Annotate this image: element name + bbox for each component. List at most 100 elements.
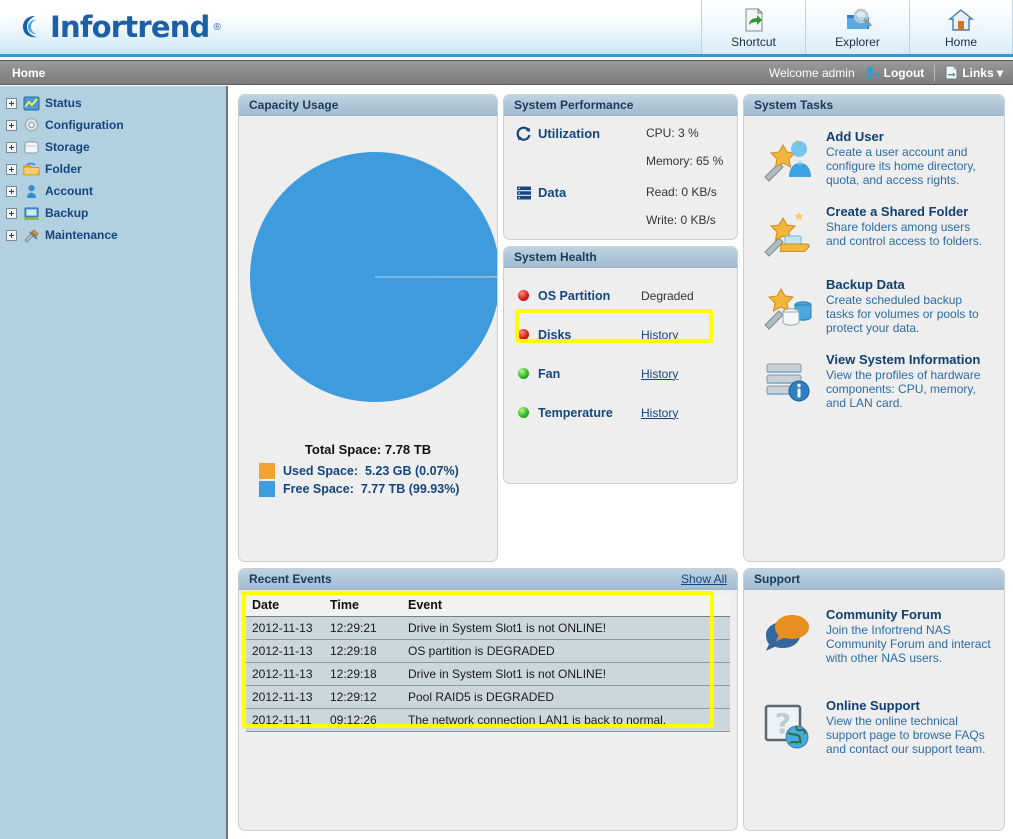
task-create-shared-folder-title: Create a Shared Folder [826, 204, 969, 219]
links-dropdown[interactable]: Links ▾ [945, 65, 1003, 80]
table-header-row: Date Time Event [246, 594, 730, 617]
support-community-forum-title: Community Forum [826, 607, 942, 622]
free-space-label: Free Space: 7.77 TB (99.93%) [283, 482, 460, 496]
table-row[interactable]: 2012-11-13 12:29:21 Drive in System Slot… [246, 616, 730, 640]
sidebar-item-maintenance[interactable]: Maintenance [0, 224, 226, 246]
sidebar-item-folder-label: Folder [45, 162, 82, 176]
question-globe-icon: ? [760, 698, 816, 754]
table-row[interactable]: 2012-11-13 12:29:18 OS partition is DEGR… [246, 639, 730, 663]
shortcut-icon [741, 6, 767, 34]
support-community-forum-text: Community Forum Join the Infortrend NAS … [826, 607, 992, 665]
cell-time: 09:12:26 [324, 708, 402, 732]
nav-tab-shortcut[interactable]: Shortcut [701, 0, 805, 54]
cell-event: OS partition is DEGRADED [402, 639, 730, 663]
support-community-forum-desc: Join the Infortrend NAS Community Forum … [826, 623, 991, 665]
health-label-temperature: Temperature [538, 405, 613, 420]
storage-icon [22, 139, 40, 155]
health-row-os-partition: OS Partition Degraded [504, 276, 737, 315]
sidebar-item-account-label: Account [45, 184, 93, 198]
perf-values-data: Read: 0 KB/s Write: 0 KB/s [646, 185, 717, 239]
capacity-usage-title: Capacity Usage [249, 98, 339, 112]
perf-row-data: Data Read: 0 KB/s Write: 0 KB/s [516, 185, 725, 239]
task-view-system-information[interactable]: View System Information View the profile… [750, 343, 998, 418]
cell-event: The network connection LAN1 is back to n… [402, 708, 730, 732]
cell-event: Pool RAID5 is DEGRADED [402, 685, 730, 709]
sidebar-item-storage-label: Storage [45, 140, 90, 154]
perf-values-utilization: CPU: 3 % Memory: 65 % [646, 126, 723, 182]
support-body: Community Forum Join the Infortrend NAS … [744, 590, 1004, 772]
cell-date: 2012-11-13 [246, 685, 324, 709]
status-dot-red-icon [518, 329, 529, 340]
server-icon [516, 185, 538, 201]
used-space-label: Used Space: 5.23 GB (0.07%) [283, 464, 459, 478]
health-status-os-partition: Degraded [641, 288, 694, 303]
brand-logo[interactable]: Infortrend ® [20, 10, 221, 44]
sidebar-item-storage[interactable]: Storage [0, 136, 226, 158]
sidebar-item-account[interactable]: Account [0, 180, 226, 202]
support-header: Support [744, 569, 1004, 590]
top-nav-tabs: Shortcut Explorer Home [701, 0, 1013, 54]
system-health-header: System Health [504, 247, 737, 268]
cell-date: 2012-11-13 [246, 639, 324, 663]
sidebar-item-backup[interactable]: Backup [0, 202, 226, 224]
system-tasks-header: System Tasks [744, 95, 1004, 116]
system-health-panel: System Health OS Partition Degraded Disk… [503, 246, 738, 484]
task-backup-data-desc: Create scheduled backup tasks for volume… [826, 293, 979, 335]
system-tasks-title: System Tasks [754, 98, 834, 112]
health-history-link-fan[interactable]: History [641, 367, 678, 381]
support-community-forum[interactable]: Community Forum Join the Infortrend NAS … [750, 598, 998, 673]
system-performance-body: Utilization CPU: 3 % Memory: 65 % Data R… [504, 116, 737, 239]
expand-icon[interactable] [6, 207, 17, 219]
task-backup-data-text: Backup Data Create scheduled backup task… [826, 277, 992, 335]
nav-tab-home[interactable]: Home [909, 0, 1013, 54]
top-header: Infortrend ® Shortcut Explorer Home [0, 0, 1013, 57]
recent-events-header: Recent Events Show All [239, 569, 737, 590]
expand-icon[interactable] [6, 185, 17, 197]
system-performance-title: System Performance [514, 98, 634, 112]
gear-icon [22, 117, 40, 133]
health-label-disks: Disks [538, 327, 572, 342]
col-date: Date [246, 594, 324, 617]
task-backup-data[interactable]: Backup Data Create scheduled backup task… [750, 268, 998, 343]
expand-icon[interactable] [6, 163, 17, 175]
links-label: Links ▾ [962, 65, 1003, 80]
recent-events-panel: Recent Events Show All Date Time Event 2… [238, 568, 738, 831]
account-icon [22, 183, 40, 199]
expand-icon[interactable] [6, 229, 17, 241]
sidebar-item-status[interactable]: Status [0, 92, 226, 114]
capacity-usage-body: Total Space: 7.78 TB Used Space: 5.23 GB… [239, 116, 497, 507]
chat-bubbles-icon [760, 607, 816, 663]
sidebar-nav: Status Configuration Storage Folder Acco… [0, 86, 228, 839]
expand-icon[interactable] [6, 141, 17, 153]
sidebar-item-configuration[interactable]: Configuration [0, 114, 226, 136]
recent-events-title: Recent Events [249, 572, 332, 586]
system-tasks-body: Add User Create a user account and confi… [744, 116, 1004, 422]
nav-tab-explorer-label: Explorer [835, 34, 880, 49]
capacity-pie-chart [249, 122, 497, 442]
wand-backup-icon [760, 277, 816, 333]
cell-event: Drive in System Slot1 is not ONLINE! [402, 616, 730, 640]
expand-icon[interactable] [6, 97, 17, 109]
nav-tab-explorer[interactable]: Explorer [805, 0, 909, 54]
expand-icon[interactable] [6, 119, 17, 131]
wand-user-icon [760, 129, 816, 185]
health-history-link-disks[interactable]: History [641, 328, 678, 342]
table-row[interactable]: 2012-11-13 12:29:12 Pool RAID5 is DEGRAD… [246, 685, 730, 709]
logout-button[interactable]: Logout [865, 65, 924, 80]
show-all-link[interactable]: Show All [681, 572, 727, 586]
table-row[interactable]: 2012-11-13 12:29:18 Drive in System Slot… [246, 662, 730, 686]
support-online-support[interactable]: ? Online Support View the online technic… [750, 689, 998, 764]
health-history-link-temperature[interactable]: History [641, 406, 678, 420]
task-add-user[interactable]: Add User Create a user account and confi… [750, 120, 998, 195]
status-dot-red-icon [518, 290, 529, 301]
sidebar-item-status-label: Status [45, 96, 82, 110]
task-create-shared-folder[interactable]: Create a Shared Folder Share folders amo… [750, 195, 998, 268]
system-performance-panel: System Performance Utilization CPU: 3 % … [503, 94, 738, 240]
wand-folder-icon [760, 204, 816, 260]
table-row[interactable]: 2012-11-11 09:12:26 The network connecti… [246, 708, 730, 732]
breadcrumb[interactable]: Home [12, 66, 45, 80]
sidebar-item-folder[interactable]: Folder [0, 158, 226, 180]
free-space-swatch [259, 481, 275, 497]
cell-date: 2012-11-13 [246, 616, 324, 640]
task-add-user-title: Add User [826, 129, 884, 144]
